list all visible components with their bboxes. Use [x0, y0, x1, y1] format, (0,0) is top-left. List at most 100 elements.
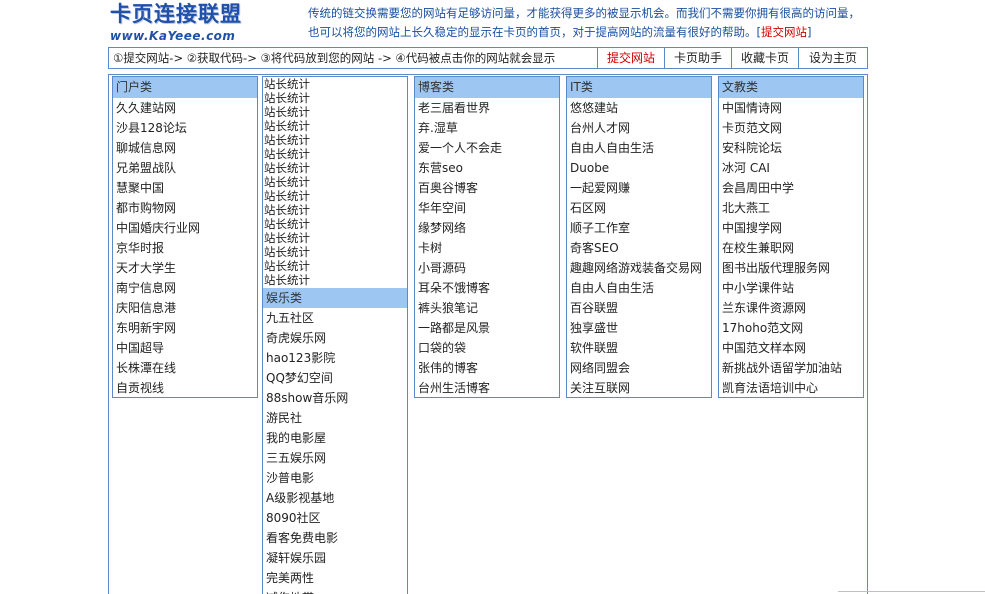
site-link[interactable]: 一起爱网赚	[567, 178, 711, 198]
site-link[interactable]: 石区网	[567, 198, 711, 218]
submit-site-button[interactable]: 提交网站	[597, 48, 664, 68]
site-link[interactable]: 网络同盟会	[567, 358, 711, 378]
submit-site-link[interactable]: 提交网站	[761, 25, 807, 39]
site-link[interactable]: 华年空间	[415, 198, 559, 218]
bookmark-button[interactable]: 收藏卡页	[731, 48, 798, 68]
site-link[interactable]: 九五社区	[263, 308, 407, 328]
stats-link[interactable]: 站长统计	[263, 259, 407, 273]
site-link[interactable]: 缘梦网络	[415, 218, 559, 238]
site-link[interactable]: 凯育法语培训中心	[719, 378, 863, 398]
site-link[interactable]: 自贡视线	[113, 378, 257, 398]
site-link[interactable]: 安科院论坛	[719, 138, 863, 158]
site-link[interactable]: 老三届看世界	[415, 98, 559, 118]
stats-link[interactable]: 站长统计	[263, 91, 407, 105]
stats-link[interactable]: 站长统计	[263, 189, 407, 203]
site-link[interactable]: 独享盛世	[567, 318, 711, 338]
site-link[interactable]: 自由人自由生活	[567, 138, 711, 158]
kayee-helper-button[interactable]: 卡页助手	[664, 48, 731, 68]
stats-link[interactable]: 站长统计	[263, 175, 407, 189]
site-link[interactable]: QQ梦幻空间	[263, 368, 407, 388]
site-link[interactable]: A级影视基地	[263, 488, 407, 508]
site-link[interactable]: 三五娱乐网	[263, 448, 407, 468]
site-link[interactable]: 张伟的博客	[415, 358, 559, 378]
site-link[interactable]: 88show音乐网	[263, 388, 407, 408]
site-link[interactable]: 自由人自由生活	[567, 278, 711, 298]
site-link[interactable]: Duobe	[567, 158, 711, 178]
steps-text: ①提交网站-> ②获取代码-> ③将代码放到您的网站 -> ④代码被点击你的网站…	[113, 51, 556, 65]
site-link[interactable]: 奇虎娱乐网	[263, 328, 407, 348]
site-list: 九五社区 奇虎娱乐网 hao123影院 QQ梦幻空间 88show音乐网 游民社 我的电影屋…	[263, 308, 407, 594]
site-link[interactable]: 顺子工作室	[567, 218, 711, 238]
site-link[interactable]: 完美两性	[263, 568, 407, 588]
site-link[interactable]: hao123影院	[263, 348, 407, 368]
site-link[interactable]: 中国范文样本网	[719, 338, 863, 358]
stats-link[interactable]: 站长统计	[263, 217, 407, 231]
site-link[interactable]: 百奥谷博客	[415, 178, 559, 198]
site-link[interactable]: 北大燕工	[719, 198, 863, 218]
site-link[interactable]: 卡树	[415, 238, 559, 258]
site-link[interactable]: 东明新宇网	[113, 318, 257, 338]
site-link[interactable]: 新挑战外语留学加油站	[719, 358, 863, 378]
site-link[interactable]: 在校生兼职网	[719, 238, 863, 258]
site-link[interactable]: 关注互联网	[567, 378, 711, 398]
site-link[interactable]: 久久建站网	[113, 98, 257, 118]
site-link[interactable]: 图书出版代理服务网	[719, 258, 863, 278]
logo[interactable]: 卡页连接联盟 www.KaYeee.com	[110, 2, 260, 44]
site-link[interactable]: 长株潭在线	[113, 358, 257, 378]
category-blog: 博客类 老三届看世界 弃.湿草 爱一个人不会走 东营seo 百奥谷博客 华年空间 缘梦网络卡…	[414, 76, 560, 398]
site-link[interactable]: 台州人才网	[567, 118, 711, 138]
site-link[interactable]: 东营seo	[415, 158, 559, 178]
site-link[interactable]: 中国搜学网	[719, 218, 863, 238]
site-link[interactable]: 兰东课件资源网	[719, 298, 863, 318]
site-link[interactable]: 慧聚中国	[113, 178, 257, 198]
set-homepage-button[interactable]: 设为主页	[798, 48, 867, 68]
site-link[interactable]: 8090社区	[263, 508, 407, 528]
site-link[interactable]: 趣趣网络游戏装备交易网	[567, 258, 711, 278]
site-link[interactable]: 减伤地带	[263, 588, 407, 594]
site-link[interactable]: 庆阳信息港	[113, 298, 257, 318]
site-link[interactable]: 裤头狼笔记	[415, 298, 559, 318]
site-link[interactable]: 软件联盟	[567, 338, 711, 358]
stats-link[interactable]: 站长统计	[263, 245, 407, 259]
site-link[interactable]: 中国情诗网	[719, 98, 863, 118]
stats-link[interactable]: 站长统计	[263, 161, 407, 175]
site-link[interactable]: 17hoho范文网	[719, 318, 863, 338]
site-link[interactable]: 天才大学生	[113, 258, 257, 278]
site-link[interactable]: 弃.湿草	[415, 118, 559, 138]
site-link[interactable]: 奇客SEO	[567, 238, 711, 258]
site-link[interactable]: 中小学课件站	[719, 278, 863, 298]
stats-link[interactable]: 站长统计	[263, 105, 407, 119]
site-link[interactable]: 我的电影屋	[263, 428, 407, 448]
site-link[interactable]: 悠悠建站	[567, 98, 711, 118]
site-link[interactable]: 沙县128论坛	[113, 118, 257, 138]
stats-link[interactable]: 站长统计	[263, 147, 407, 161]
site-link[interactable]: 沙普电影	[263, 468, 407, 488]
site-link[interactable]: 看客免费电影	[263, 528, 407, 548]
site-link[interactable]: 爱一个人不会走	[415, 138, 559, 158]
site-link[interactable]: 聊城信息网	[113, 138, 257, 158]
site-link[interactable]: 凝轩娱乐园	[263, 548, 407, 568]
site-link[interactable]: 冰河 CAI	[719, 158, 863, 178]
site-link[interactable]: 游民社	[263, 408, 407, 428]
stats-link[interactable]: 站长统计	[263, 133, 407, 147]
site-link[interactable]: 兄弟盟战队	[113, 158, 257, 178]
site-link[interactable]: 耳朵不饿博客	[415, 278, 559, 298]
site-link[interactable]: 南宁信息网	[113, 278, 257, 298]
stats-link[interactable]: 站长统计	[263, 203, 407, 217]
stats-link[interactable]: 站长统计	[263, 231, 407, 245]
site-link[interactable]: 台州生活博客	[415, 378, 559, 398]
category-header: 娱乐类	[263, 288, 407, 308]
stats-link[interactable]: 站长统计	[263, 273, 407, 287]
site-link[interactable]: 都市购物网	[113, 198, 257, 218]
site-link[interactable]: 一路都是风景	[415, 318, 559, 338]
site-link[interactable]: 会昌周田中学	[719, 178, 863, 198]
stats-link[interactable]: 站长统计	[263, 119, 407, 133]
stats-link[interactable]: 站长统计	[263, 77, 407, 91]
site-link[interactable]: 小哥源码	[415, 258, 559, 278]
site-link[interactable]: 京华时报	[113, 238, 257, 258]
site-link[interactable]: 中国婚庆行业网	[113, 218, 257, 238]
site-link[interactable]: 中国超导	[113, 338, 257, 358]
site-link[interactable]: 卡页范文网	[719, 118, 863, 138]
site-link[interactable]: 口袋的袋	[415, 338, 559, 358]
site-link[interactable]: 百谷联盟	[567, 298, 711, 318]
